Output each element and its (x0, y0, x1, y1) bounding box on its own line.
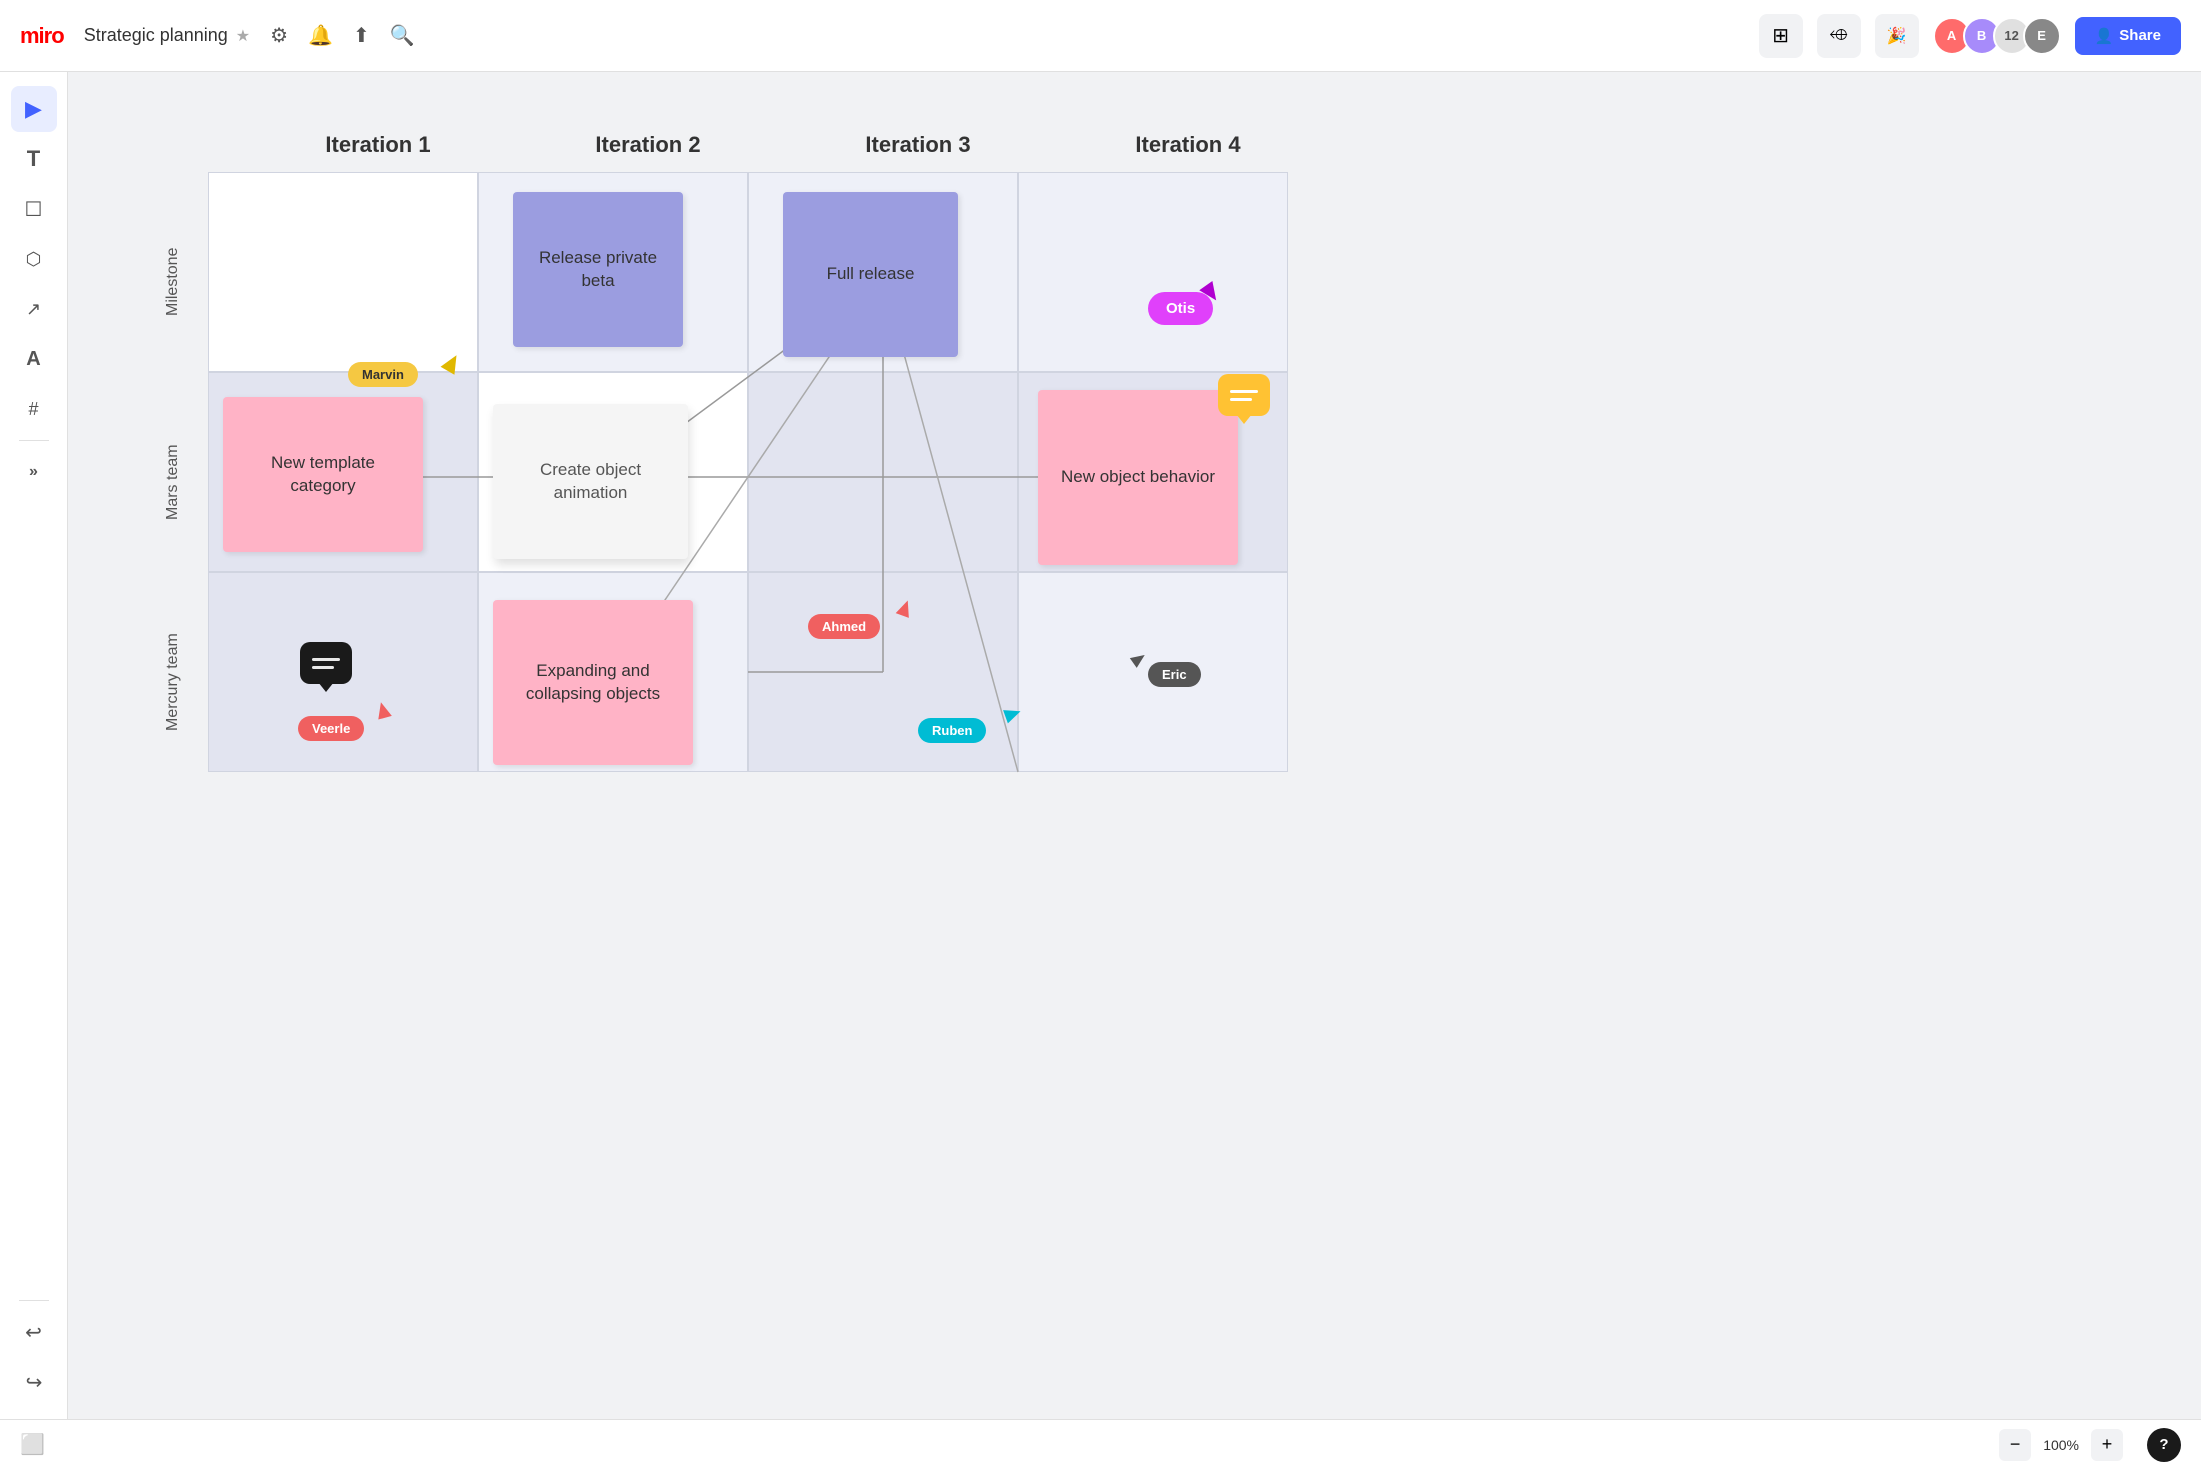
text-tool[interactable]: T (11, 136, 57, 182)
celebration-tool[interactable]: 🎉 (1875, 14, 1919, 58)
help-button[interactable]: ? (2147, 1428, 2181, 1462)
board: Iteration 1 Iteration 2 Iteration 3 Iter… (148, 132, 1428, 872)
marvin-cursor-label: Marvin (348, 362, 418, 387)
grid-view-button[interactable]: ⊞ (1759, 14, 1803, 58)
eric-cursor-label: Eric (1148, 662, 1201, 687)
notifications-icon[interactable]: 🔔 (308, 23, 333, 48)
search-icon[interactable]: 🔍 (390, 23, 415, 48)
comment-lines-yellow (1230, 390, 1258, 401)
zoom-in-button[interactable]: + (2091, 1429, 2123, 1461)
full-release-card[interactable]: Full release (783, 192, 958, 357)
left-toolbar: ▶ T ☐ ⬡ ↗ A # » ↩ ↩ (0, 72, 68, 1419)
more-tools[interactable]: » (11, 449, 57, 495)
zoom-out-button[interactable]: − (1999, 1429, 2031, 1461)
avatar-group: A B 12 E (1933, 17, 2061, 55)
col-header-1: Iteration 1 (243, 132, 513, 158)
settings-icon[interactable]: ⚙ (270, 23, 288, 48)
create-object-animation-card[interactable]: Create object animation (493, 404, 688, 559)
shapes-tool[interactable]: ⬡ (11, 236, 57, 282)
veerle-cursor-label: Veerle (298, 716, 364, 741)
ruben-cursor-label: Ruben (918, 718, 986, 743)
comment-bubble-mars-iter4[interactable] (1218, 374, 1270, 416)
share-button[interactable]: 👤 Share (2075, 17, 2181, 55)
bottom-toolbar: ⬜ − 100% + ? (0, 1419, 2201, 1469)
favorite-star[interactable]: ★ (236, 26, 250, 46)
new-template-category-card[interactable]: New template category (223, 397, 423, 552)
right-section: ⊞ ⬲ 🎉 A B 12 E 👤 Share (1759, 14, 2181, 58)
miro-logo: miro (20, 23, 64, 49)
note-tool[interactable]: ☐ (11, 186, 57, 232)
comment-bubble-mercury-iter1[interactable] (300, 642, 352, 684)
redo-button[interactable]: ↩ (11, 1359, 57, 1405)
cell-milestone-iter1 (208, 172, 478, 372)
panel-toggle[interactable]: ⬜ (20, 1432, 45, 1457)
row-label-milestone: Milestone (148, 182, 198, 382)
cell-milestone-iter4 (1018, 172, 1288, 372)
board-title: Strategic planning ★ (84, 25, 250, 46)
frame-tool[interactable]: # (11, 386, 57, 432)
new-object-behavior-card[interactable]: New object behavior (1038, 390, 1238, 565)
release-private-beta-card[interactable]: Release private beta (513, 192, 683, 347)
header: miro Strategic planning ★ ⚙ 🔔 ⬆ 🔍 ⊞ ⬲ 🎉 … (0, 0, 2201, 72)
share-icon: 👤 (2095, 27, 2114, 45)
avatar-4: E (2023, 17, 2061, 55)
select-tool[interactable]: ▶ (11, 86, 57, 132)
zoom-controls: − 100% + ? (1999, 1428, 2181, 1462)
canvas[interactable]: Iteration 1 Iteration 2 Iteration 3 Iter… (68, 72, 2201, 1419)
connector-tool[interactable]: ↗ (11, 286, 57, 332)
header-icons: ⚙ 🔔 ⬆ 🔍 (270, 23, 415, 48)
ahmed-cursor-label: Ahmed (808, 614, 880, 639)
cell-mars-iter3 (748, 372, 1018, 572)
comment-lines (312, 658, 340, 669)
col-header-3: Iteration 3 (783, 132, 1053, 158)
col-header-2: Iteration 2 (513, 132, 783, 158)
expanding-collapsing-card[interactable]: Expanding and collapsing objects (493, 600, 693, 765)
col-header-4: Iteration 4 (1053, 132, 1323, 158)
row-label-mercury: Mercury team (148, 582, 198, 782)
pen-tool[interactable]: A (11, 336, 57, 382)
undo-button[interactable]: ↩ (11, 1309, 57, 1355)
row-label-mars: Mars team (148, 382, 198, 582)
toolbar-divider-2 (19, 1300, 49, 1301)
zoom-level: 100% (2043, 1437, 2079, 1453)
toolbar-divider (19, 440, 49, 441)
share-upload-icon[interactable]: ⬆ (353, 23, 370, 48)
cursor-tool[interactable]: ⬲ (1817, 14, 1861, 58)
